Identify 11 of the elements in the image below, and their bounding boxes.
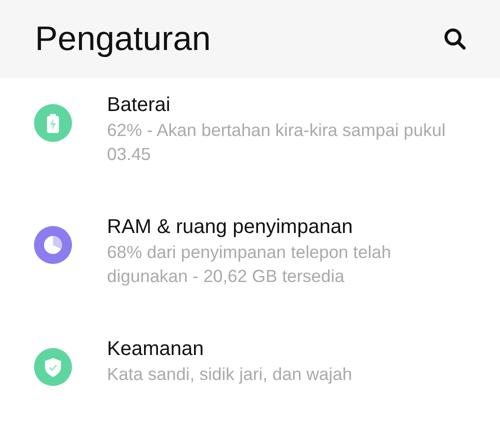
item-description: 68% dari penyimpanan telepon telah digunakan - 20,62 GB tersedia (107, 241, 392, 288)
settings-item[interactable]: Keamanan Kata sandi, sidik jari, dan wajah (0, 322, 500, 420)
item-title: RAM & ruang penyimpanan (107, 215, 354, 240)
settings-item[interactable]: Baterai 62% - Akan bertahan kira-kira sampai pukul 03.45 (0, 78, 500, 200)
item-title: Keamanan (107, 337, 205, 362)
settings-item[interactable]: RAM & ruang penyimpanan 68% dari penyimpanan telepon telah digunakan - 20,62 GB tersedia (0, 200, 500, 322)
item-description: Kata sandi, sidik jari, dan wajah (107, 363, 354, 386)
item-description: 62% - Akan bertahan kira-kira sampai pukul 03.45 (107, 119, 447, 166)
page-title: Pengaturan (35, 20, 211, 58)
item-title: Baterai (107, 93, 172, 118)
search-icon[interactable] (443, 27, 467, 51)
